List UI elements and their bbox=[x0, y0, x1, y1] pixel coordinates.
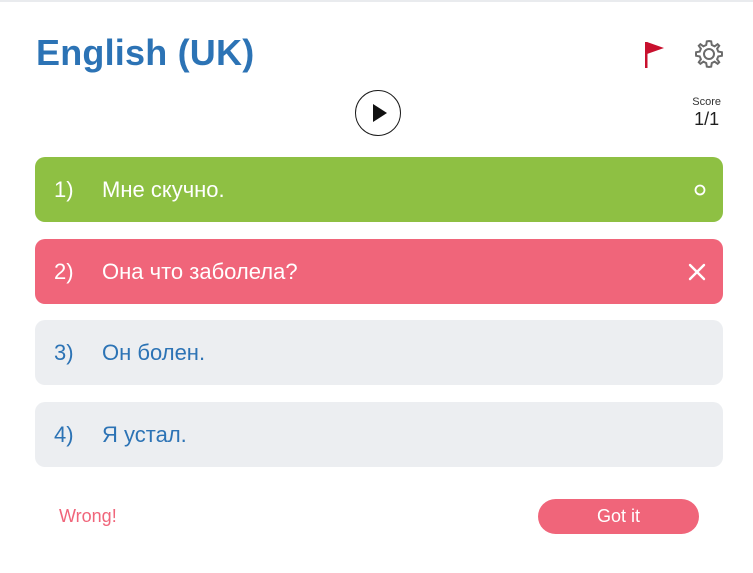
option-number: 4) bbox=[54, 421, 74, 447]
feedback-message: Wrong! bbox=[59, 506, 117, 526]
play-icon bbox=[373, 104, 387, 122]
circle-icon bbox=[694, 184, 706, 195]
got-it-button[interactable]: Got it bbox=[538, 499, 699, 534]
score-value: 1/1 bbox=[694, 109, 720, 129]
answer-option-2[interactable]: 2) Она что заболела? bbox=[35, 239, 723, 304]
answer-option-4[interactable]: 4) Я устал. bbox=[35, 402, 723, 467]
option-number: 1) bbox=[54, 176, 74, 202]
option-text: Мне скучно. bbox=[102, 176, 225, 202]
score-panel: Score 1/1 bbox=[692, 96, 721, 130]
settings-button[interactable] bbox=[693, 38, 725, 70]
play-audio-button[interactable] bbox=[355, 90, 401, 136]
option-text: Я устал. bbox=[102, 421, 187, 447]
gear-icon bbox=[694, 39, 724, 69]
option-text: Он болен. bbox=[102, 339, 206, 365]
close-icon bbox=[688, 263, 706, 280]
top-divider bbox=[0, 0, 753, 2]
option-number: 3) bbox=[54, 339, 74, 365]
report-flag-button[interactable] bbox=[642, 40, 668, 70]
flag-icon bbox=[645, 42, 664, 68]
option-number: 2) bbox=[54, 258, 74, 284]
answer-option-3[interactable]: 3) Он болен. bbox=[35, 320, 723, 385]
page-title: English (UK) bbox=[36, 32, 255, 73]
answer-option-1[interactable]: 1) Мне скучно. bbox=[35, 157, 723, 222]
option-text: Она что заболела? bbox=[102, 258, 298, 284]
score-label: Score bbox=[692, 96, 721, 108]
